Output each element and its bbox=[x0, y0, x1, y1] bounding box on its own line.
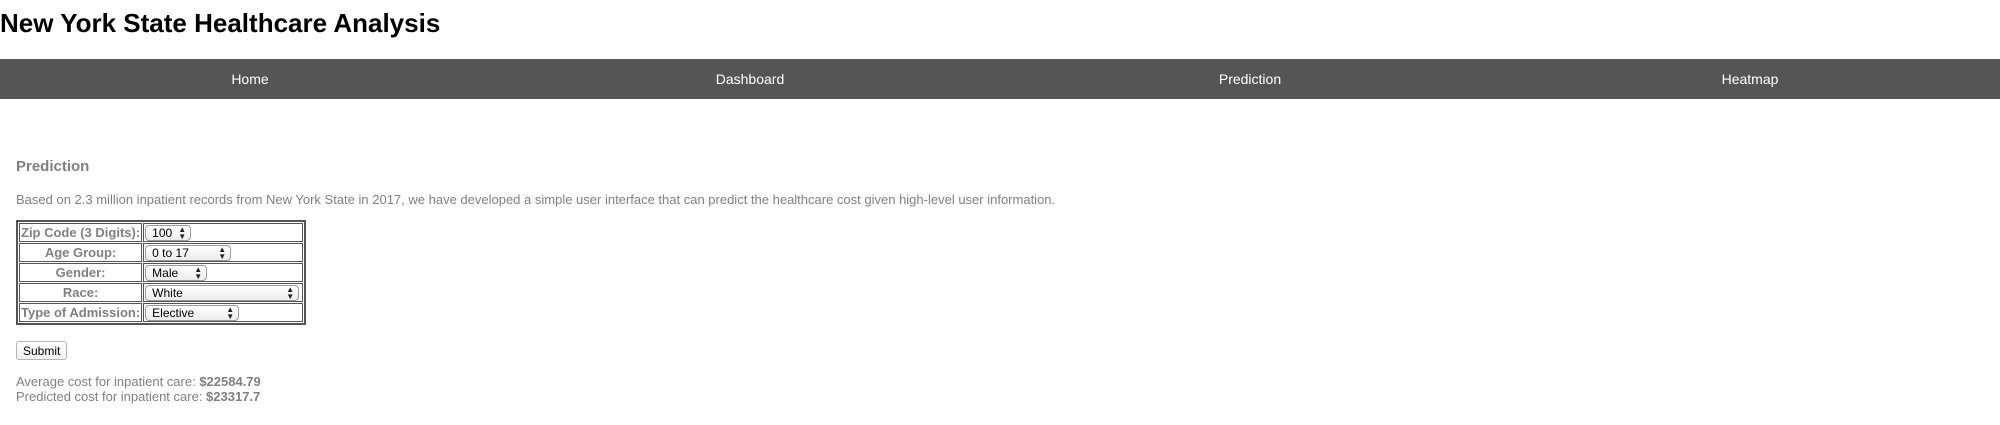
race-value: White bbox=[152, 285, 183, 300]
zip-code-value: 100 bbox=[152, 225, 173, 240]
gender-label: Gender: bbox=[19, 263, 143, 282]
admission-type-select[interactable]: Elective ▲ ▼ bbox=[145, 304, 240, 321]
average-cost-value: $22584.79 bbox=[199, 374, 261, 389]
select-arrows-icon: ▲ ▼ bbox=[178, 224, 187, 241]
predicted-cost-value: $23317.7 bbox=[206, 389, 261, 404]
nav-item-dashboard[interactable]: Dashboard bbox=[500, 59, 1000, 99]
section-title: Prediction bbox=[16, 158, 90, 175]
race-label: Race: bbox=[19, 283, 143, 302]
select-arrows-icon: ▲ ▼ bbox=[194, 264, 203, 281]
site-title: New York State Healthcare Analysis bbox=[0, 8, 441, 38]
race-select[interactable]: White ▲ ▼ bbox=[145, 284, 300, 301]
form-row-race: Race: White ▲ ▼ bbox=[19, 283, 304, 302]
predicted-cost-line: Predicted cost for inpatient care: $2331… bbox=[16, 389, 260, 404]
predicted-cost-label: Predicted cost for inpatient care: bbox=[16, 389, 207, 404]
section-description: Based on 2.3 million inpatient records f… bbox=[16, 192, 1056, 207]
select-arrows-icon: ▲ ▼ bbox=[218, 244, 227, 261]
gender-select[interactable]: Male ▲ ▼ bbox=[145, 264, 208, 281]
age-group-select[interactable]: 0 to 17 ▲ ▼ bbox=[145, 244, 232, 261]
prediction-form: Zip Code (3 Digits): 100 ▲ ▼ Age Group: 0… bbox=[16, 220, 307, 325]
select-arrows-icon: ▲ ▼ bbox=[286, 284, 295, 301]
form-row-zip: Zip Code (3 Digits): 100 ▲ ▼ bbox=[19, 223, 304, 242]
admission-type-label: Type of Admission: bbox=[19, 303, 143, 322]
admission-type-value: Elective bbox=[152, 305, 195, 320]
form-row-admission: Type of Admission: Elective ▲ ▼ bbox=[19, 303, 304, 322]
zip-code-select[interactable]: 100 ▲ ▼ bbox=[145, 224, 192, 241]
select-arrows-icon: ▲ ▼ bbox=[226, 304, 235, 321]
form-row-age: Age Group: 0 to 17 ▲ ▼ bbox=[19, 243, 304, 262]
nav-item-heatmap[interactable]: Heatmap bbox=[1500, 59, 2000, 99]
nav-item-prediction[interactable]: Prediction bbox=[1000, 59, 1500, 99]
zip-code-label: Zip Code (3 Digits): bbox=[19, 223, 143, 242]
age-group-label: Age Group: bbox=[19, 243, 143, 262]
average-cost-label: Average cost for inpatient care: bbox=[16, 374, 200, 389]
average-cost-line: Average cost for inpatient care: $22584.… bbox=[16, 374, 261, 389]
nav-item-home[interactable]: Home bbox=[0, 59, 500, 99]
submit-button[interactable]: Submit bbox=[16, 341, 68, 360]
age-group-value: 0 to 17 bbox=[152, 245, 189, 260]
gender-value: Male bbox=[152, 265, 179, 280]
form-row-gender: Gender: Male ▲ ▼ bbox=[19, 263, 304, 282]
nav-bar: Home Dashboard Prediction Heatmap bbox=[0, 59, 2000, 99]
